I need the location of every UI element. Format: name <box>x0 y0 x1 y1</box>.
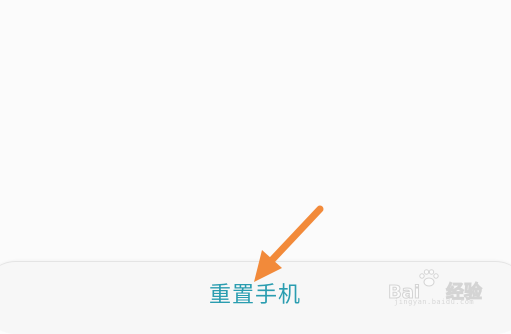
phone-screen: 重置手机 Bai 经验 jingyan.baidu.com <box>0 0 511 334</box>
reset-phone-button[interactable]: 重置手机 <box>150 270 360 316</box>
blank-content-area <box>0 0 511 262</box>
reset-phone-label: 重置手机 <box>208 283 301 308</box>
